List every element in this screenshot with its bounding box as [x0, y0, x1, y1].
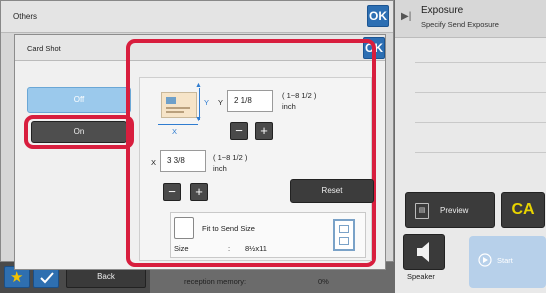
x-input[interactable]: 3 3/8	[160, 150, 206, 172]
size-label: Size	[174, 244, 189, 253]
speaker-label: Speaker	[407, 272, 435, 281]
size-value: 8½x11	[245, 244, 267, 253]
y-unit: inch	[282, 102, 296, 111]
fit-size-icon-part	[339, 237, 349, 245]
fit-to-send-size-label: Fit to Send Size	[202, 224, 255, 233]
reception-memory-value: 0%	[318, 277, 329, 286]
exposure-header[interactable]: ▶| Exposure Specify Send Exposure	[395, 0, 546, 38]
others-ok-button[interactable]: OK	[367, 5, 389, 27]
fit-size-icon-part	[339, 225, 349, 233]
y-plus-button[interactable]: +	[255, 122, 273, 140]
y-axis-label: Y	[204, 98, 210, 107]
exposure-subtitle: Specify Send Exposure	[421, 20, 499, 29]
star-icon: ★	[10, 269, 24, 286]
divider	[415, 62, 546, 63]
play-arrow-icon: ▶|	[401, 11, 412, 22]
x-range: ( 1~8 1/2 )	[213, 153, 248, 162]
divider	[415, 152, 546, 153]
others-header: Others OK	[1, 1, 393, 33]
y-ruler-arrow-icon: ▲	[195, 82, 202, 89]
preview-label: Preview	[440, 206, 469, 215]
fit-size-icon	[333, 219, 355, 251]
y-input[interactable]: 2 1/8	[227, 90, 273, 112]
speaker-button[interactable]	[403, 234, 445, 270]
exposure-title: Exposure	[421, 5, 464, 16]
x-axis-label: X	[172, 127, 178, 136]
divider	[415, 122, 546, 123]
y-minus-button[interactable]: −	[230, 122, 248, 140]
y-range: ( 1~8 1/2 )	[282, 91, 317, 100]
start-button[interactable]: Start	[469, 236, 546, 288]
x-minus-button[interactable]: −	[163, 183, 181, 201]
preview-icon: ▤	[415, 203, 429, 219]
card-photo-icon	[166, 97, 176, 104]
preview-button[interactable]: ▤ Preview	[405, 192, 495, 228]
others-title: Others	[13, 12, 38, 21]
fit-to-send-size-checkbox[interactable]	[174, 217, 194, 239]
start-icon	[478, 253, 492, 267]
y-ruler-arrow-icon: ▼	[195, 116, 202, 123]
off-button[interactable]: Off	[27, 87, 131, 113]
card-line	[166, 107, 190, 109]
speaker-icon	[417, 242, 429, 262]
size-separator: :	[228, 244, 231, 253]
on-highlight	[24, 115, 134, 149]
x-field-label: X	[151, 158, 157, 167]
check-icon	[40, 272, 54, 284]
x-unit: inch	[213, 164, 227, 173]
reception-memory-label: reception memory:	[184, 277, 247, 286]
right-panel: ▶| Exposure Specify Send Exposure ▤ Prev…	[395, 0, 546, 293]
card-shot-title: Card Shot	[27, 44, 61, 53]
card-line	[166, 111, 184, 113]
divider	[415, 92, 546, 93]
x-plus-button[interactable]: +	[190, 183, 208, 201]
y-field-label: Y	[218, 98, 224, 107]
start-label: Start	[497, 256, 513, 265]
reset-button[interactable]: Reset	[290, 179, 374, 203]
card-icon	[161, 92, 197, 118]
x-ruler	[158, 124, 198, 125]
ca-button[interactable]: CA	[501, 192, 545, 228]
